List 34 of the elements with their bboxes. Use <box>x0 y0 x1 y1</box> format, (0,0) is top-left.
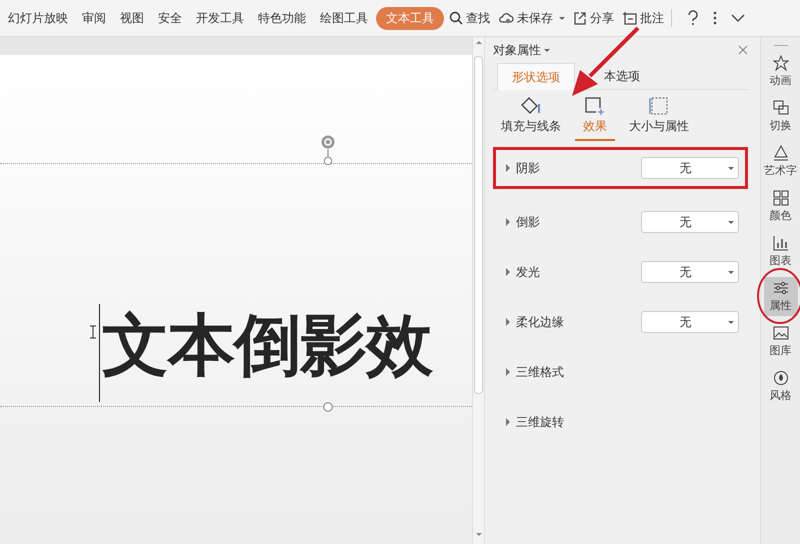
property-expander[interactable]: 阴影 <box>500 158 546 178</box>
slide-title-text: 文本倒影效 <box>102 306 432 384</box>
toolbar-button[interactable]: 批注 <box>619 8 667 28</box>
toolbar-button[interactable]: 未保存 <box>495 8 568 28</box>
sidebar-item[interactable]: 颜色 <box>764 187 798 226</box>
panel-title[interactable]: 对象属性 <box>493 42 541 58</box>
sidebar-item[interactable]: 切换 <box>764 97 798 136</box>
effect-category-tab[interactable]: 大小与属性 <box>621 96 697 141</box>
toolbar-button[interactable]: 查找 <box>446 8 493 28</box>
dropdown-field[interactable]: 无 <box>641 311 739 333</box>
sidebar-item[interactable]: 属性 <box>764 277 798 316</box>
ribbon-tab[interactable]: 安全 <box>152 6 188 30</box>
dropdown-field[interactable]: 无 <box>641 261 739 283</box>
dropdown-field[interactable]: 无 <box>641 211 739 233</box>
sidebar-item[interactable]: 图表 <box>764 232 798 271</box>
ribbon-tab[interactable]: 特色功能 <box>252 6 312 30</box>
ribbon-tab[interactable]: 幻灯片放映 <box>2 6 74 30</box>
ribbon-tab[interactable]: 视图 <box>114 6 150 30</box>
sidebar-item[interactable]: 风格 <box>764 367 798 406</box>
effect-category-tab[interactable]: 填充与线条 <box>493 96 569 141</box>
sidebar-item[interactable]: 艺术字 <box>764 142 798 181</box>
property-expander[interactable]: 柔化边缘 <box>500 312 570 332</box>
ribbon-tab[interactable]: 开发工具 <box>190 6 250 30</box>
sidebar-item[interactable]: 图库 <box>764 322 798 361</box>
dropdown-field[interactable]: 无 <box>641 157 739 179</box>
toolbar-button[interactable]: 分享 <box>570 8 617 28</box>
property-expander[interactable]: 倒影 <box>500 212 546 232</box>
property-expander[interactable]: 三维旋转 <box>500 412 570 432</box>
ribbon-tab[interactable]: 审阅 <box>76 6 112 30</box>
property-expander[interactable]: 发光 <box>500 262 546 282</box>
property-expander[interactable]: 三维格式 <box>500 362 570 382</box>
panel-tab[interactable]: 本选项 <box>575 63 655 89</box>
sidebar-item[interactable]: 动画 <box>764 52 798 91</box>
ribbon-tab[interactable]: 绘图工具 <box>314 6 374 30</box>
